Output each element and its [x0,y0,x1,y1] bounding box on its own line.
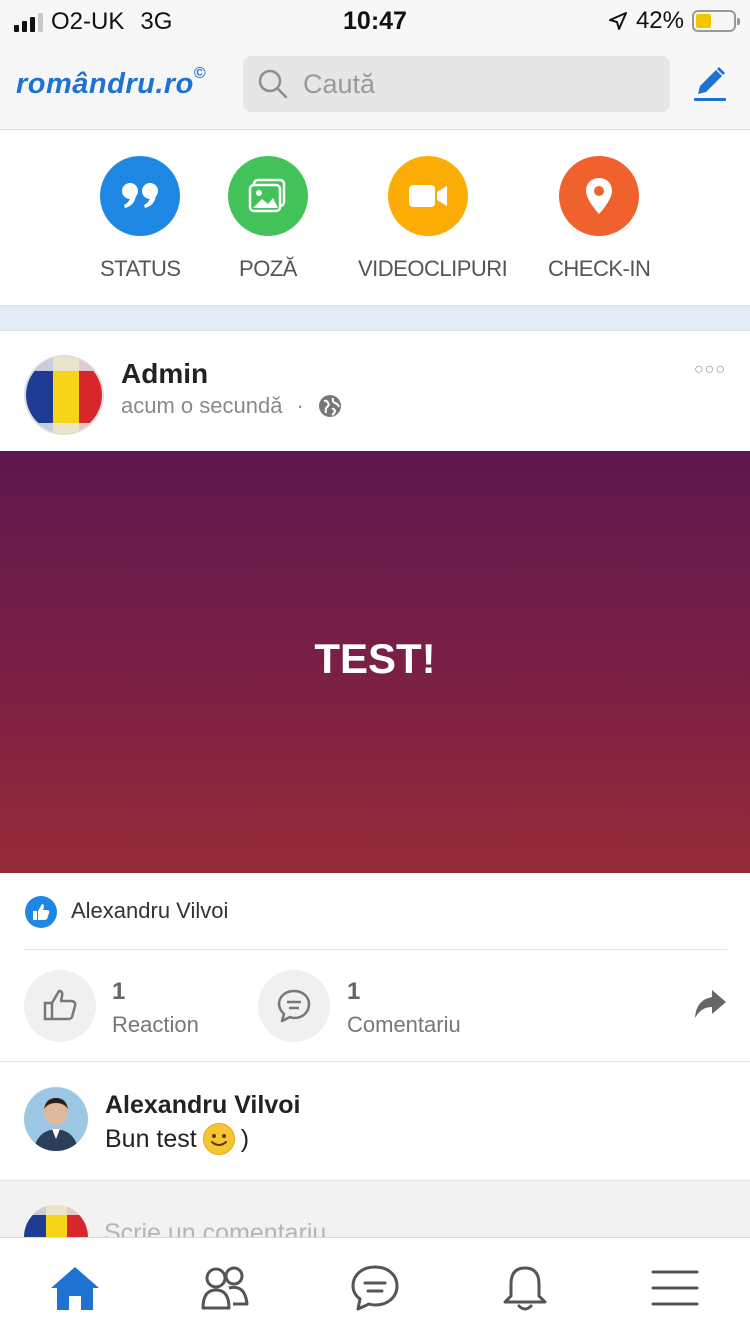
compose-icon[interactable] [690,64,730,104]
video-action[interactable]: VIDEOCLIPURI [358,156,508,282]
search-input[interactable] [303,68,643,100]
post-meta: acum o secundă · [121,393,342,419]
comment-button[interactable] [258,970,330,1042]
battery-icon [692,10,740,32]
reaction-label[interactable]: Reaction [112,1012,199,1038]
post-options-icon[interactable]: ○○○ [694,361,726,379]
feed-separator [0,305,750,331]
logo-text: romândru.ro [16,68,194,100]
video-camera-icon [388,156,468,236]
tab-menu[interactable] [647,1260,703,1316]
reaction-button[interactable] [24,970,96,1042]
search-bar[interactable] [243,56,670,112]
tab-messages[interactable] [347,1260,403,1316]
app-header: romândru.ro© [0,40,750,130]
checkin-label: CHECK-IN [548,256,651,281]
post-actions: 1 Reaction 1 Comentariu [0,950,750,1062]
bottom-tab-bar [0,1237,750,1334]
status-label: STATUS [100,256,181,281]
commenter-avatar[interactable] [24,1087,88,1151]
post-content: TEST! [0,451,750,873]
search-icon [258,69,288,99]
post-header: Admin acum o secundă · ○○○ [0,331,750,451]
comment-author[interactable]: Alexandru Vilvoi [105,1091,300,1120]
friends-icon [201,1266,249,1310]
status-bar: O2-UK 3G 10:47 42% [0,0,750,40]
logo-mark: © [193,65,207,83]
battery-percent: 42% [635,7,684,34]
my-avatar [24,1205,88,1238]
status-action[interactable]: STATUS [100,156,181,282]
liked-by-name[interactable]: Alexandru Vilvoi [71,898,228,924]
comment-count: 1 [347,978,361,1005]
thumbs-up-icon [43,989,77,1021]
author-avatar[interactable] [24,355,104,435]
photo-icon [228,156,308,236]
globe-icon [318,395,341,417]
comment-body: Bun test ) [105,1123,249,1155]
write-comment-bar [0,1180,750,1238]
home-icon [51,1267,99,1310]
site-logo[interactable]: romândru.ro© [16,65,207,101]
menu-icon [651,1270,699,1306]
reaction-count: 1 [112,978,126,1005]
status-right: 42% [608,7,740,35]
smiley-emoji-icon [202,1123,235,1155]
post-text: TEST! [314,635,436,682]
location-arrow-icon [608,12,627,30]
post-time: acum o secundă [121,393,283,418]
comment-item: Alexandru Vilvoi Bun test ) [0,1063,750,1180]
comment-input[interactable] [104,1219,604,1238]
comment-text: Bun test [105,1124,197,1153]
tab-home[interactable] [47,1260,103,1316]
chat-icon [351,1265,399,1311]
share-icon[interactable] [692,986,728,1022]
composer-actions: STATUS POZĂ VIDEOCLIPURI CHECK-IN [0,130,750,305]
tab-friends[interactable] [197,1260,253,1316]
comment-suffix: ) [240,1124,250,1153]
comment-label[interactable]: Comentariu [347,1012,461,1038]
bell-icon [503,1266,547,1311]
reactors-row[interactable]: Alexandru Vilvoi [0,873,750,950]
photo-label: POZĂ [239,256,297,281]
checkin-action[interactable]: CHECK-IN [548,156,651,282]
photo-action[interactable]: POZĂ [228,156,308,282]
quote-icon [100,156,180,236]
like-badge-icon [25,896,57,928]
post-author[interactable]: Admin [121,358,208,390]
map-pin-icon [559,156,639,236]
meta-dot: · [296,393,304,418]
comment-bubble-icon [277,989,311,1023]
video-label: VIDEOCLIPURI [358,256,508,281]
tab-notifications[interactable] [497,1260,553,1316]
